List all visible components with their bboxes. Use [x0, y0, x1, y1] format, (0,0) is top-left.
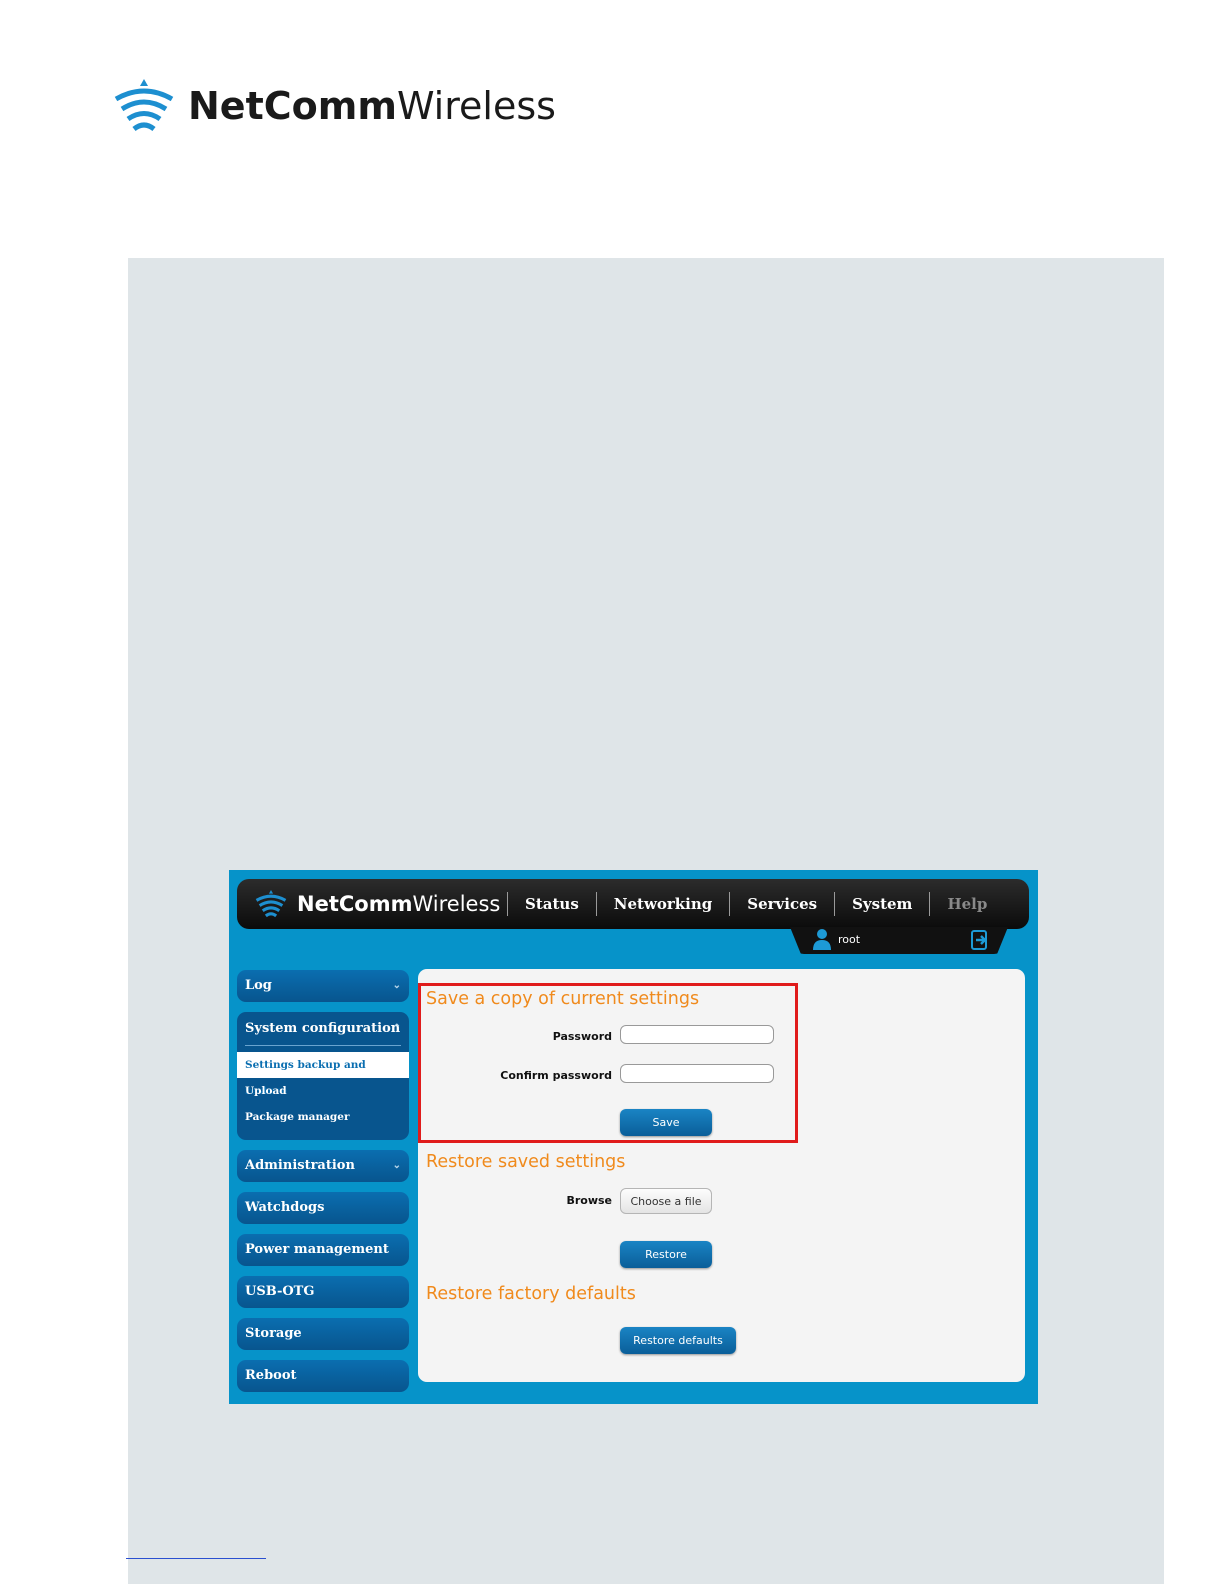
router-logo[interactable]: NetCommWireless — [253, 889, 507, 919]
username: root — [838, 933, 861, 946]
sidebar-subitem-upload[interactable]: Upload — [237, 1078, 409, 1104]
nav-networking[interactable]: Networking — [595, 892, 730, 916]
nav-system[interactable]: System — [834, 892, 929, 916]
confirm-password-label: Confirm password — [500, 1069, 612, 1082]
logout-icon[interactable] — [970, 929, 990, 951]
user-bar: root — [790, 927, 1008, 954]
router-ui-screenshot: NetCommWireless Status Networking Servic… — [229, 870, 1038, 1404]
restore-button[interactable]: Restore — [620, 1241, 712, 1268]
sidebar-item-usb-otg[interactable]: USB-OTG — [237, 1276, 409, 1308]
choose-file-button[interactable]: Choose a file — [620, 1188, 712, 1214]
nav-services[interactable]: Services — [729, 892, 834, 916]
top-navbar: NetCommWireless Status Networking Servic… — [237, 879, 1029, 929]
password-field[interactable] — [620, 1025, 774, 1044]
sidebar-item-log[interactable]: Log ⌄ — [237, 970, 409, 1002]
sidebar-item-system-configuration[interactable]: System configuration ⌃ — [237, 1012, 409, 1046]
sidebar-item-label: System configuration — [245, 1021, 401, 1036]
sidebar-item-label: Log — [245, 978, 272, 993]
sidebar-subitem-package-manager[interactable]: Package manager — [237, 1104, 409, 1130]
chevron-down-icon: ⌄ — [392, 980, 401, 991]
chevron-up-icon: ⌃ — [392, 1023, 401, 1034]
netcomm-wifi-logo-icon — [114, 79, 174, 132]
footer-divider — [126, 1558, 266, 1559]
sidebar-subitem-settings-backup[interactable]: Settings backup and restore — [237, 1052, 409, 1097]
sidebar-item-label: Administration — [245, 1158, 355, 1173]
nav-status[interactable]: Status — [507, 892, 596, 916]
nav-help[interactable]: Help — [929, 892, 1004, 916]
netcomm-wifi-logo-icon — [255, 890, 287, 918]
netcomm-wordmark: NetCommWireless — [188, 84, 556, 128]
sidebar-item-power-management[interactable]: Power management — [237, 1234, 409, 1266]
confirm-password-field[interactable] — [620, 1064, 774, 1083]
sidebar-item-reboot[interactable]: Reboot — [237, 1360, 409, 1392]
chevron-down-icon: ⌄ — [392, 1160, 401, 1171]
restore-defaults-button[interactable]: Restore defaults — [620, 1327, 736, 1354]
browse-label: Browse — [566, 1194, 612, 1207]
main-content-panel: Save a copy of current settings Password… — [418, 969, 1025, 1382]
sidebar-group-system-configuration: System configuration ⌃ Settings backup a… — [237, 1012, 409, 1140]
factory-section-title: Restore factory defaults — [426, 1284, 636, 1304]
sidebar-item-watchdogs[interactable]: Watchdogs — [237, 1192, 409, 1224]
sidebar-item-administration[interactable]: Administration ⌄ — [237, 1150, 409, 1182]
sidebar-item-storage[interactable]: Storage — [237, 1318, 409, 1350]
password-label: Password — [552, 1030, 612, 1043]
save-section-title: Save a copy of current settings — [426, 989, 700, 1009]
user-icon — [813, 929, 831, 950]
restore-section-title: Restore saved settings — [426, 1152, 626, 1172]
save-button[interactable]: Save — [620, 1109, 712, 1136]
netcomm-document-logo: NetCommWireless — [112, 76, 556, 136]
sidebar: Log ⌄ System configuration ⌃ Settings ba… — [237, 970, 409, 1402]
